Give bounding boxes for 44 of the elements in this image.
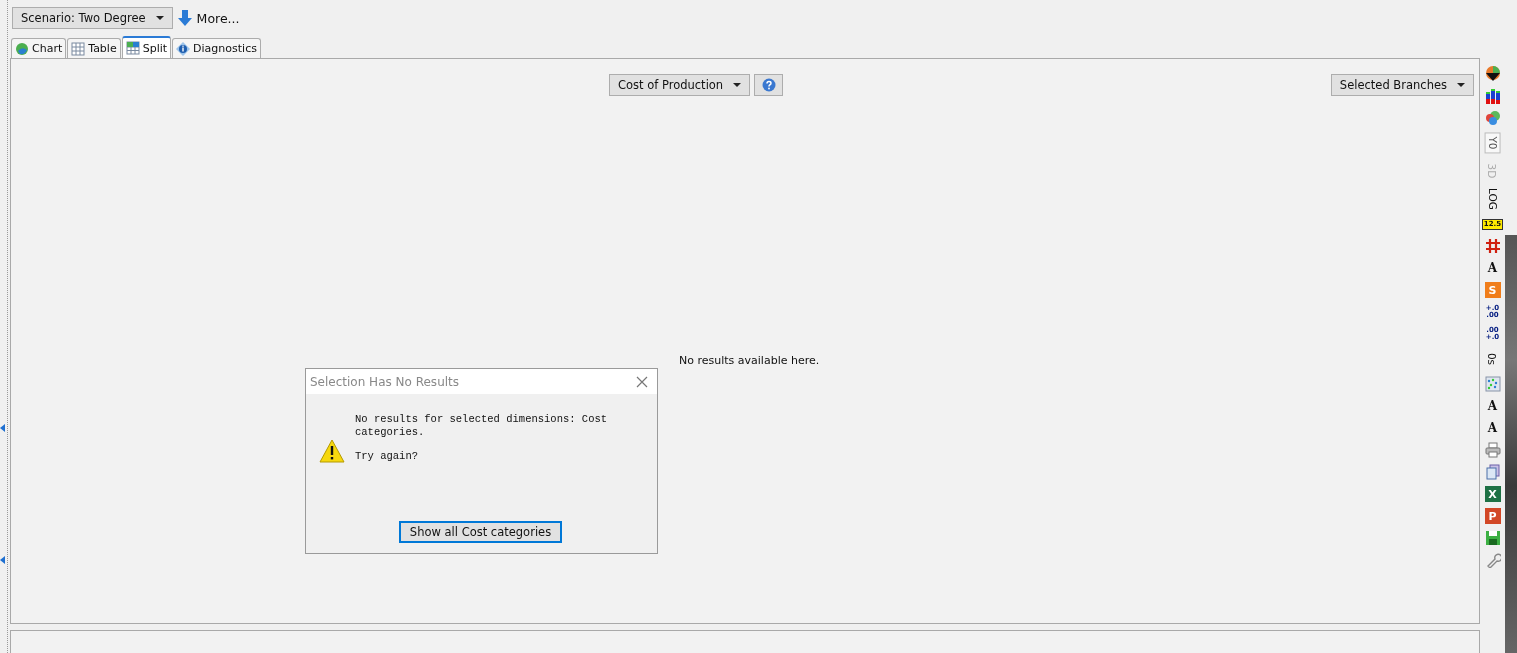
caret-icon bbox=[1457, 83, 1465, 87]
globe-icon bbox=[15, 41, 29, 56]
no-results-message: No results available here. bbox=[679, 354, 820, 367]
down-arrow-icon bbox=[177, 10, 192, 26]
more-button[interactable]: More... bbox=[177, 10, 240, 26]
tab[interactable]: Table bbox=[67, 38, 121, 58]
save-icon[interactable] bbox=[1484, 530, 1501, 546]
dialog-question: Try again? bbox=[355, 450, 419, 463]
font-size-button[interactable]: A bbox=[1487, 421, 1498, 435]
toolbar-toggle[interactable]: Y0 bbox=[1484, 132, 1501, 154]
dialog-message: No results for selected dimensions: Cost categories. bbox=[355, 413, 609, 439]
hash-grid-icon[interactable] bbox=[1484, 238, 1501, 254]
caret-icon bbox=[155, 16, 164, 20]
font-size-button[interactable]: A bbox=[1487, 261, 1498, 275]
variable-dropdown[interactable]: Cost of Production bbox=[609, 74, 751, 96]
dialog-title: Selection Has No Results bbox=[310, 374, 460, 389]
collapse-arrow-icon[interactable] bbox=[0, 556, 5, 564]
branches-dropdown[interactable]: Selected Branches bbox=[1330, 74, 1474, 96]
tab[interactable]: Chart bbox=[11, 38, 67, 58]
app-button[interactable]: X bbox=[1484, 486, 1501, 502]
tab[interactable]: Diagnostics bbox=[172, 38, 261, 58]
help-icon bbox=[761, 78, 776, 92]
collapse-arrow-icon[interactable] bbox=[0, 424, 5, 432]
tab[interactable]: Split bbox=[121, 36, 172, 58]
app-button[interactable]: P bbox=[1484, 508, 1501, 524]
printer-icon[interactable] bbox=[1484, 442, 1501, 458]
caret-icon bbox=[733, 83, 742, 87]
warning-icon bbox=[319, 439, 345, 463]
chart-grid-icon bbox=[125, 41, 140, 55]
show-all-button[interactable]: Show all Cost categories bbox=[398, 521, 563, 543]
toolbar-toggle[interactable]: LOG bbox=[1484, 184, 1501, 214]
spheres-icon[interactable] bbox=[1484, 110, 1501, 126]
toolbar-toggle[interactable]: 0s bbox=[1484, 348, 1501, 370]
font-size-button[interactable]: A bbox=[1487, 399, 1498, 413]
close-icon[interactable] bbox=[636, 375, 648, 388]
help-button[interactable] bbox=[754, 74, 784, 96]
pie-chart-icon[interactable] bbox=[1484, 66, 1501, 82]
grid-icon bbox=[71, 41, 86, 56]
copy-icon[interactable] bbox=[1484, 464, 1501, 480]
bar-chart-icon[interactable] bbox=[1484, 88, 1501, 104]
splitter-handle[interactable] bbox=[0, 0, 8, 653]
scenario-dropdown[interactable]: Scenario: Two Degree bbox=[12, 7, 173, 29]
info-icon bbox=[176, 41, 191, 56]
scatter-grid-icon[interactable] bbox=[1484, 376, 1501, 392]
